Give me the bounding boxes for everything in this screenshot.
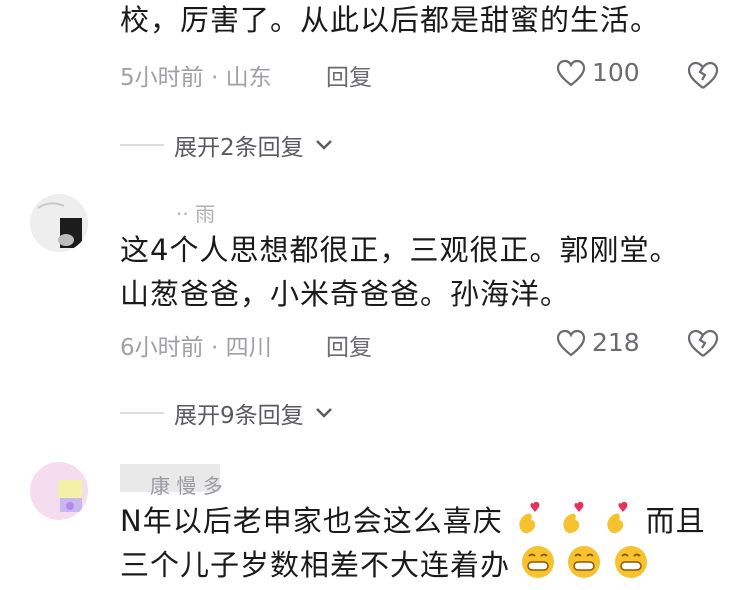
divider-line xyxy=(120,412,164,414)
like-count: 218 xyxy=(592,328,640,357)
comment-text-part: 而且 xyxy=(645,504,706,538)
comment-text-line-2: 山葱爸爸，小米奇爸爸。孙海洋。 xyxy=(120,277,571,311)
broken-heart-icon[interactable] xyxy=(686,326,720,360)
comment-text-part: 三个儿子岁数相差不大连着办 xyxy=(120,548,511,582)
heart-outline-icon xyxy=(556,329,586,356)
comment-meta: 6小时前 · 四川 xyxy=(120,335,272,361)
expand-replies[interactable]: 展开9条回复 xyxy=(120,396,334,430)
chevron-down-icon xyxy=(315,140,332,150)
comment-text: 校，厉害了。从此以后都是甜蜜的生活。 xyxy=(120,3,661,37)
like-button[interactable]: 100 xyxy=(556,58,640,87)
finger-heart-emoji xyxy=(601,500,635,546)
chevron-down-icon xyxy=(315,408,332,418)
reply-button[interactable]: 回复 xyxy=(326,328,372,362)
expand-label: 展开2条回复 xyxy=(174,135,304,161)
expand-label: 展开9条回复 xyxy=(174,403,304,429)
username[interactable]: 康 慢 多 xyxy=(150,470,223,499)
avatar[interactable] xyxy=(30,462,88,520)
heart-outline-icon xyxy=(556,59,586,86)
comment-text-part: N年以后老申家也会这么喜庆 xyxy=(120,504,503,538)
avatar[interactable] xyxy=(30,194,88,252)
finger-heart-emoji xyxy=(557,500,591,546)
grinning-face-emoji xyxy=(613,544,649,590)
like-button[interactable]: 218 xyxy=(556,328,640,357)
comment-text-line-1: 这4个人思想都很正，三观很正。郭刚堂。 xyxy=(120,233,680,267)
comment-text-line-2: 三个儿子岁数相差不大连着办 xyxy=(120,544,649,590)
like-count: 100 xyxy=(592,58,640,87)
finger-heart-emoji xyxy=(513,500,547,546)
username[interactable]: ·· 雨 xyxy=(176,198,215,227)
comment-meta: 5小时前 · 山东 xyxy=(120,65,272,91)
grinning-face-emoji xyxy=(520,544,556,590)
grinning-face-emoji xyxy=(566,544,602,590)
broken-heart-icon[interactable] xyxy=(686,58,720,92)
expand-replies[interactable]: 展开2条回复 xyxy=(120,128,334,162)
reply-button[interactable]: 回复 xyxy=(326,58,372,92)
divider-line xyxy=(120,144,164,146)
avatar-image xyxy=(30,194,88,252)
comment-text-line-1: N年以后老申家也会这么喜庆 而且 xyxy=(120,500,706,546)
avatar-image xyxy=(30,462,88,520)
